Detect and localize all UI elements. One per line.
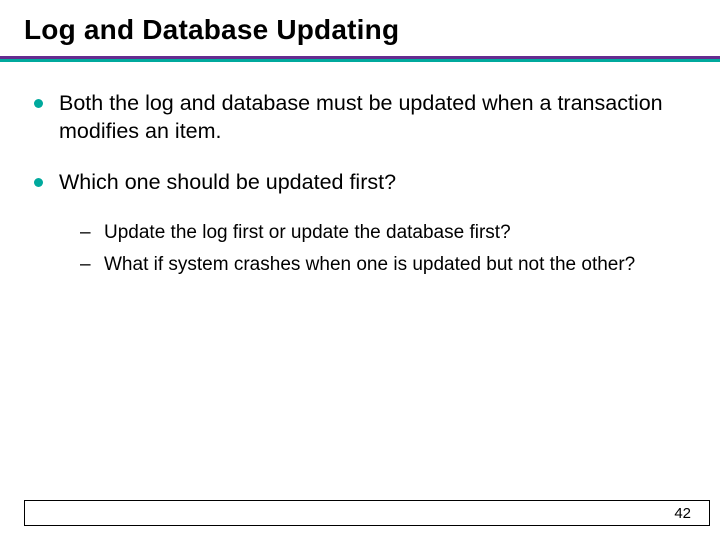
bullet-dash-icon: – (80, 253, 92, 278)
sub-bullet-group: – Update the log first or update the dat… (34, 221, 686, 278)
bullet-text: Which one should be updated first? (59, 169, 396, 197)
footer-bar: 42 (24, 500, 710, 526)
bullet-text: Both the log and database must be update… (59, 90, 686, 145)
sub-bullet-text: What if system crashes when one is updat… (104, 253, 635, 278)
bullet-dash-icon: – (80, 221, 92, 246)
slide: Log and Database Updating Both the log a… (0, 0, 720, 540)
bullet-dot-icon (34, 99, 43, 108)
bullet-level1: Both the log and database must be update… (34, 90, 686, 145)
page-number: 42 (674, 505, 691, 522)
sub-bullet-text: Update the log first or update the datab… (104, 221, 511, 246)
bullet-level2: – What if system crashes when one is upd… (80, 253, 686, 278)
slide-body: Both the log and database must be update… (0, 62, 720, 278)
bullet-level1: Which one should be updated first? (34, 169, 686, 197)
slide-title: Log and Database Updating (0, 0, 720, 52)
bullet-level2: – Update the log first or update the dat… (80, 221, 686, 246)
bullet-dot-icon (34, 178, 43, 187)
